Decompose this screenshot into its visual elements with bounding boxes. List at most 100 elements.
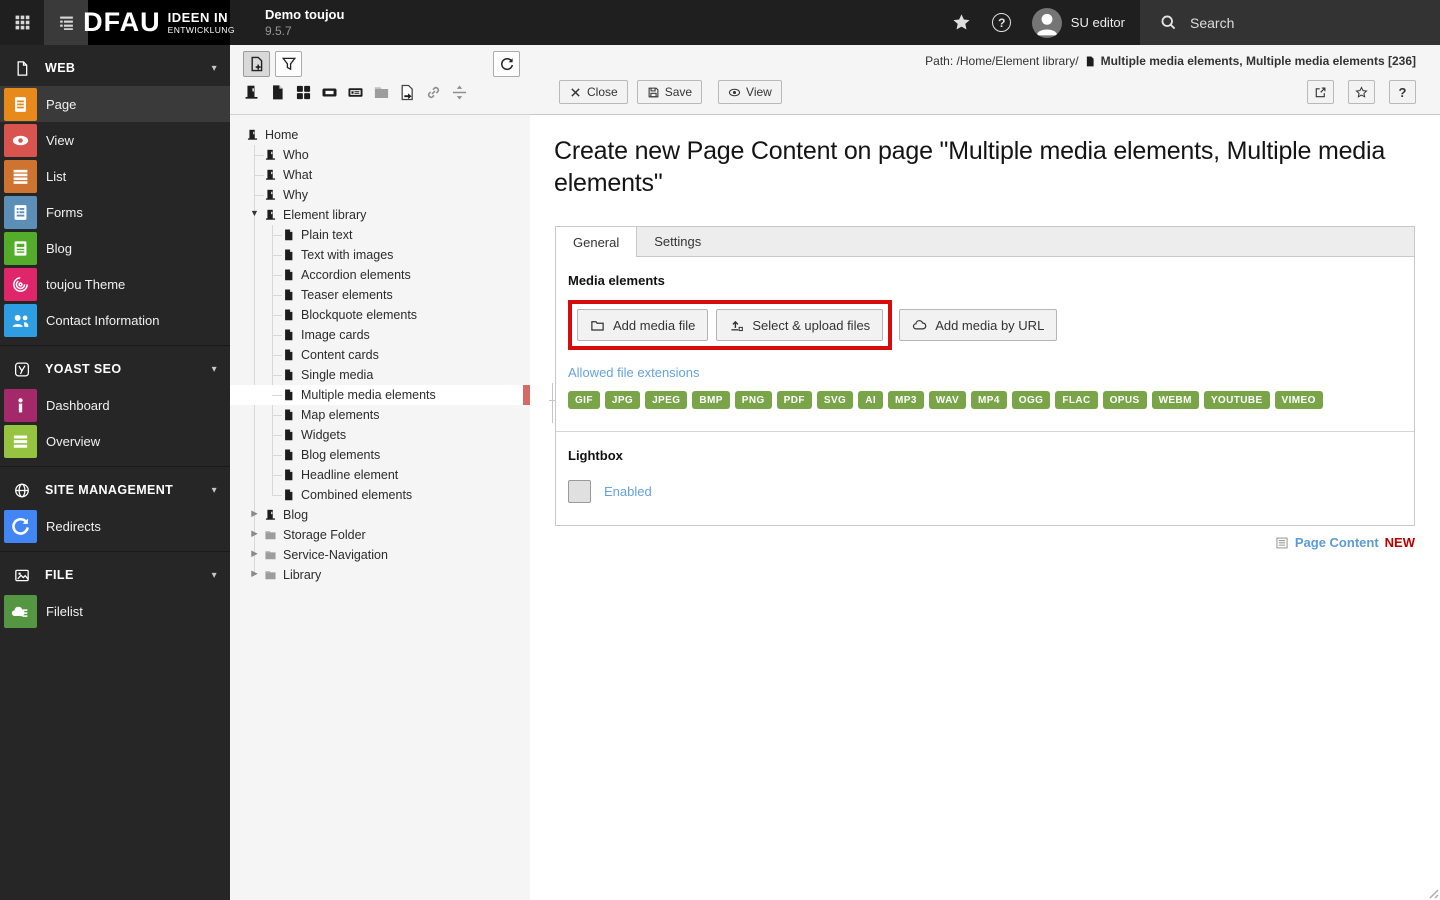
drag-folder-icon[interactable] [373,84,390,101]
drag-shortcut-page-icon[interactable] [399,84,416,101]
allowed-file-extensions-link[interactable]: Allowed file extensions [568,365,700,380]
extension-badge: PDF [776,391,812,409]
sidebar-item-list[interactable]: List [0,158,230,194]
collapse-icon[interactable]: ▼ [248,208,261,218]
drag-grid-page-icon[interactable] [295,84,312,101]
page-tree-panel: Home Who What Why ▼ Element library Plain… [230,45,530,900]
tree-node-blockquote-elements[interactable]: Blockquote elements [230,305,530,325]
tree-node-why[interactable]: Why [230,185,530,205]
star-outline-icon [1355,86,1368,99]
drag-page-icon[interactable] [269,84,286,101]
tree-node-storage-folder[interactable]: ▶ Storage Folder [230,525,530,545]
drag-backend-section-icon[interactable] [347,84,364,101]
question-icon: ? [1398,84,1407,100]
modules-grid-toggle[interactable] [0,0,44,45]
tree-node-combined-elements[interactable]: Combined elements [230,485,530,505]
refresh-button[interactable] [493,51,520,77]
tab-settings[interactable]: Settings [637,227,718,256]
form-panel: Media elements Add media file Select & u… [555,257,1415,526]
tree-node-home[interactable]: Home [230,125,530,145]
select-upload-files-button[interactable]: Select & upload files [716,309,884,341]
close-button[interactable]: Close [559,80,628,104]
tree-toolbar [230,45,530,115]
bookmark-button[interactable] [1348,80,1375,104]
tab-bar: General Settings [555,226,1415,257]
drag-link-icon[interactable] [425,84,442,101]
sidebar-item-blog[interactable]: Blog [0,230,230,266]
sidebar-item-filelist[interactable]: Filelist [0,593,230,629]
bookmarks-button[interactable] [942,0,982,45]
document-area: Path: /Home/Element library/ Multiple me… [530,45,1440,900]
help-button[interactable]: ? [1389,80,1416,104]
section-header-yoast-seo[interactable]: YOAST SEO ▾ [0,351,230,387]
sidebar-item-redirects[interactable]: Redirects [0,508,230,544]
tree-node-multiple-media-elements[interactable]: Multiple media elements [230,385,530,405]
enabled-label[interactable]: Enabled [604,484,652,499]
tree-node-accordion-elements[interactable]: Accordion elements [230,265,530,285]
tree-node-headline-element[interactable]: Headline element [230,465,530,485]
tree-node-content-cards[interactable]: Content cards [230,345,530,365]
sidebar-item-dashboard[interactable]: Dashboard [0,387,230,423]
tree-node-map-elements[interactable]: Map elements [230,405,530,425]
expand-icon[interactable]: ▶ [248,528,261,539]
resize-grip[interactable] [1426,886,1439,899]
sidebar-item-overview[interactable]: Overview [0,423,230,459]
upload-icon [729,318,744,333]
record-type-link[interactable]: Page Content [1295,535,1379,550]
page-icon [1084,55,1096,68]
tree-node-element-library[interactable]: ▼ Element library [230,205,530,225]
drag-siteroot-page-icon[interactable] [243,84,260,101]
star-icon [952,13,971,32]
module-list-toggle[interactable] [44,0,88,45]
section-header-file[interactable]: FILE ▾ [0,557,230,593]
brand-logo[interactable]: DFAU IDEEN IN ENTWICKLUNG [83,0,234,45]
nav-splitter-handle[interactable] [549,383,556,423]
tree-node-widgets[interactable]: Widgets [230,425,530,445]
add-media-file-button[interactable]: Add media file [577,309,709,341]
tree-node-service-navigation[interactable]: ▶ Service-Navigation [230,545,530,565]
tree-node-blog-elements[interactable]: Blog elements [230,445,530,465]
extension-badge: SVG [816,391,854,409]
add-media-by-url-button[interactable]: Add media by URL [899,309,1058,341]
tree-node-single-media[interactable]: Single media [230,365,530,385]
tree-node-image-cards[interactable]: Image cards [230,325,530,345]
section-header-web[interactable]: WEB ▾ [0,50,230,86]
tab-general[interactable]: General [556,227,638,257]
user-menu[interactable]: SU editor [1022,0,1140,45]
drag-divider-icon[interactable] [451,84,468,101]
sidebar-item-forms[interactable]: Forms [0,194,230,230]
expand-icon[interactable]: ▶ [248,508,261,519]
extension-badge: OPUS [1102,391,1147,409]
tree-node-what[interactable]: What [230,165,530,185]
globe-icon [12,482,32,499]
tree-node-plain-text[interactable]: Plain text [230,225,530,245]
help-button[interactable]: ? [982,0,1022,45]
tree-node-blog[interactable]: ▶ Blog [230,505,530,525]
drag-mountpoint-icon[interactable] [321,84,338,101]
tree-node-text-with-images[interactable]: Text with images [230,245,530,265]
new-page-button[interactable] [243,51,270,77]
lightbox-enabled-checkbox[interactable] [568,480,591,503]
tree-node-who[interactable]: Who [230,145,530,165]
expand-icon[interactable]: ▶ [248,568,261,579]
sidebar-item-page[interactable]: Page [0,86,230,122]
search-placeholder: Search [1190,14,1235,31]
sidebar-item-view[interactable]: View [0,122,230,158]
save-button[interactable]: Save [636,80,703,104]
filelist-cloud-icon [4,594,37,628]
view-button[interactable]: View [718,80,782,104]
extension-badges: GIF JPG JPEG BMP PNG PDF SVG AI MP3 WAV … [568,391,1402,409]
sidebar-item-toujou-theme[interactable]: toujou Theme [0,266,230,302]
people-icon [4,303,37,337]
open-in-new-window-button[interactable] [1307,80,1334,104]
sidebar-item-contact-information[interactable]: Contact Information [0,302,230,338]
expand-icon[interactable]: ▶ [248,548,261,559]
section-header-site-management[interactable]: SITE MANAGEMENT ▾ [0,472,230,508]
tree-node-teaser-elements[interactable]: Teaser elements [230,285,530,305]
filter-icon [281,56,297,72]
global-search[interactable]: Search [1140,0,1440,45]
filter-button[interactable] [275,51,302,77]
chevron-down-icon: ▾ [211,62,217,74]
menu-lines-icon [4,424,37,458]
tree-node-library[interactable]: ▶ Library [230,565,530,585]
